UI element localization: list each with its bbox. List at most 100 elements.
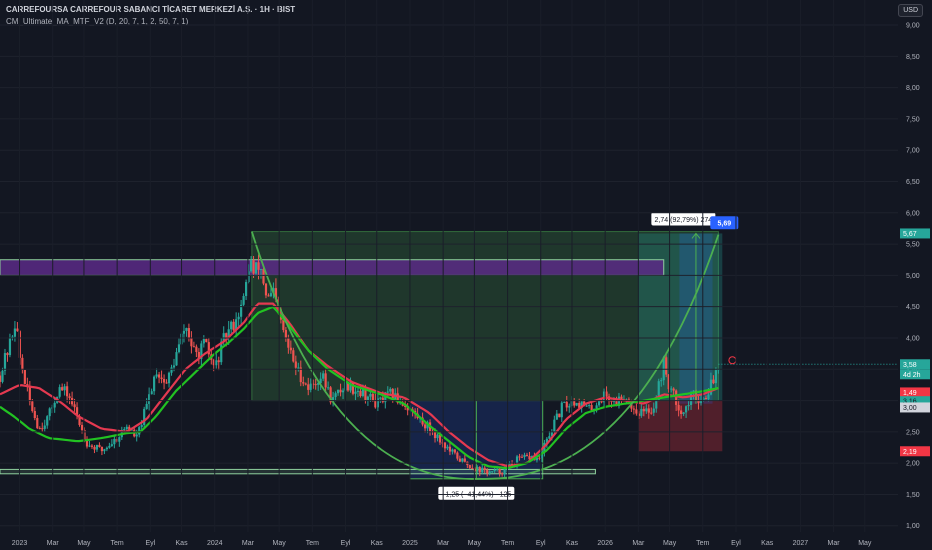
candle [110,439,113,447]
candle-body [6,353,9,356]
candle-body [605,391,608,397]
candle-body [665,357,668,375]
candle-body [304,383,307,385]
x-tick-label: Kas [761,540,774,547]
x-tick-label: Tem [696,540,709,547]
resistance-zone [0,259,665,276]
y-tick-label: 2,00 [906,461,920,468]
candle [153,375,156,395]
candle [16,322,19,332]
candle-body [356,390,360,392]
candle [170,364,173,376]
candle [150,388,153,395]
candle-body [252,260,255,274]
x-tick-label: Kas [566,540,579,547]
candle [95,444,99,452]
candle [568,403,571,413]
candle-body [113,438,116,445]
candle-body [386,391,389,393]
candle-body [496,468,499,470]
y-tick-label: 1,00 [906,523,920,530]
price-chart[interactable]: −1,25 (−41,44%) −125 2,74 (92,79%) 274 5,6… [0,0,932,550]
price-badge-text: 2,19 [903,449,917,456]
candle-body [336,389,340,394]
candle [113,436,116,449]
candle [43,419,46,432]
candle [157,371,161,384]
candle-body [322,373,325,379]
y-tick-label: 8,50 [906,54,920,61]
candle-body [682,412,685,414]
y-tick-label: 6,50 [906,179,920,186]
candle-body [249,260,253,272]
candle [41,422,44,433]
candle-body [257,262,260,270]
candle-body [284,329,287,338]
candle [555,409,558,420]
candle-body [110,444,113,446]
candle-body [568,406,571,408]
candle-body [660,380,663,382]
candle-body [108,445,111,448]
candle [63,383,66,396]
candle-body [202,338,205,344]
candle-body [217,360,220,363]
candle [33,407,36,421]
y-tick-label: 7,50 [906,116,920,123]
x-tick-label: 2027 [793,540,809,547]
candle-body [389,388,392,392]
candle [66,381,69,403]
candle-body [436,434,439,439]
candle-body [95,444,99,450]
candle [46,415,49,429]
candle [230,320,233,334]
candle [185,327,188,337]
candle-body [590,405,593,411]
candle-body [309,383,312,390]
candle-body [327,387,330,389]
candle-body [302,382,305,384]
candle-body [672,388,675,391]
candle-body [3,353,7,371]
x-tick-label: Mar [437,540,450,547]
candle [192,341,195,348]
candle-body [287,337,290,348]
candle-body [575,402,578,406]
target-callout: 5,69 [710,216,739,230]
candle [93,445,96,454]
candle-body [53,402,56,408]
candle [190,331,193,354]
candle-body [36,418,39,429]
candle-body [366,396,370,400]
candle-body [491,471,494,473]
candle [162,374,166,390]
candle [21,354,24,374]
candle-body [341,390,345,393]
candle [553,415,556,434]
candle-body [525,454,529,457]
candle [575,402,578,407]
candle [182,324,186,343]
candle-body [187,328,191,339]
y-tick-label: 5,50 [906,242,920,249]
candle-body [684,406,688,413]
candle-body [307,384,310,390]
candle-body [456,452,459,459]
x-tick-label: Mar [828,540,841,547]
candle [23,369,26,385]
candle-body [652,408,655,413]
candle-body [43,425,46,429]
candle-body [481,467,484,473]
candle [6,352,9,362]
candle-body [597,401,601,406]
x-tick-label: May [77,540,91,547]
candle-body [0,375,2,382]
candle-body [458,458,461,462]
candle-body [28,386,31,402]
x-tick-label: Tem [111,540,124,547]
candle-body [294,361,297,368]
x-tick-label: Eyl [536,540,546,547]
candle-body [314,384,317,386]
price-badge-text: 1,49 [903,390,917,397]
candle-body [433,431,437,439]
